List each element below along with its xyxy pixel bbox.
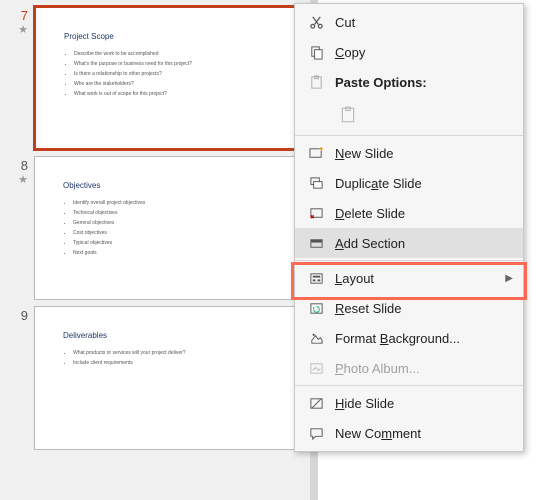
menu-label: Reset Slide xyxy=(335,301,401,316)
menu-label: Format Background... xyxy=(335,331,460,346)
copy-icon xyxy=(305,45,327,60)
paste-options-row xyxy=(295,97,523,133)
menu-separator xyxy=(295,260,523,261)
thumb-title: Deliverables xyxy=(63,331,277,340)
menu-label: New Slide xyxy=(335,146,394,161)
reset-slide-icon xyxy=(305,301,327,316)
clipboard-icon xyxy=(305,75,327,90)
duplicate-slide-icon xyxy=(305,176,327,191)
hide-slide-icon xyxy=(305,396,327,411)
menu-duplicate-slide[interactable]: Duplicate Slide xyxy=(295,168,523,198)
menu-reset-slide[interactable]: Reset Slide xyxy=(295,293,523,323)
delete-slide-icon xyxy=(305,206,327,221)
menu-new-comment[interactable]: New Comment xyxy=(295,418,523,448)
slide-number: 7 xyxy=(21,8,28,23)
submenu-arrow-icon: ▶ xyxy=(505,273,513,284)
slide-thumb-9[interactable]: 9 Deliverables What products or services… xyxy=(4,306,306,450)
thumbnail-slide[interactable]: Deliverables What products or services w… xyxy=(34,306,306,450)
menu-cut[interactable]: Cut xyxy=(295,7,523,37)
slide-thumbnail-panel: 7 ★ Project Scope Describe the work to b… xyxy=(0,0,310,500)
menu-layout[interactable]: Layout ▶ xyxy=(295,263,523,293)
menu-label: Copy xyxy=(335,45,365,60)
menu-delete-slide[interactable]: Delete Slide xyxy=(295,198,523,228)
thumb-bullets: Describe the work to be accomplished Wha… xyxy=(64,51,276,98)
menu-paste-options-header: Paste Options: xyxy=(295,67,523,97)
menu-add-section[interactable]: Add Section xyxy=(295,228,523,258)
paste-option-button xyxy=(335,102,361,128)
thumbnail-slide[interactable]: Project Scope Describe the work to be ac… xyxy=(34,6,306,150)
menu-label: Hide Slide xyxy=(335,396,394,411)
slide-number: 8 xyxy=(21,158,28,173)
menu-copy[interactable]: Copy xyxy=(295,37,523,67)
slide-thumb-8[interactable]: 8 ★ Objectives Identify overall project … xyxy=(4,156,306,300)
thumb-bullets: What products or services will your proj… xyxy=(63,350,277,367)
menu-hide-slide[interactable]: Hide Slide xyxy=(295,388,523,418)
add-section-icon xyxy=(305,236,327,251)
menu-label: Layout xyxy=(335,271,374,286)
layout-icon xyxy=(305,271,327,286)
animation-star-icon: ★ xyxy=(18,175,28,186)
menu-label: Add Section xyxy=(335,236,405,251)
scissors-icon xyxy=(305,15,327,30)
menu-separator xyxy=(295,385,523,386)
photo-album-icon xyxy=(305,361,327,376)
new-slide-icon xyxy=(305,146,327,161)
menu-format-background[interactable]: Format Background... xyxy=(295,323,523,353)
menu-photo-album: Photo Album... xyxy=(295,353,523,383)
thumbnail-slide[interactable]: Objectives Identify overall project obje… xyxy=(34,156,306,300)
slide-number: 9 xyxy=(21,308,28,323)
format-background-icon xyxy=(305,331,327,346)
context-menu: Cut Copy Paste Options: New Slide Duplic… xyxy=(294,3,524,452)
menu-label: Duplicate Slide xyxy=(335,176,422,191)
menu-label: Photo Album... xyxy=(335,361,420,376)
menu-label: Delete Slide xyxy=(335,206,405,221)
thumb-title: Objectives xyxy=(63,181,277,190)
thumb-title: Project Scope xyxy=(64,32,276,41)
menu-new-slide[interactable]: New Slide xyxy=(295,138,523,168)
menu-label: Cut xyxy=(335,15,355,30)
animation-star-icon: ★ xyxy=(18,25,28,36)
menu-separator xyxy=(295,135,523,136)
menu-label: New Comment xyxy=(335,426,421,441)
thumb-bullets: Identify overall project objectives Tech… xyxy=(63,200,277,257)
comment-icon xyxy=(305,426,327,441)
slide-thumb-7[interactable]: 7 ★ Project Scope Describe the work to b… xyxy=(4,6,306,150)
